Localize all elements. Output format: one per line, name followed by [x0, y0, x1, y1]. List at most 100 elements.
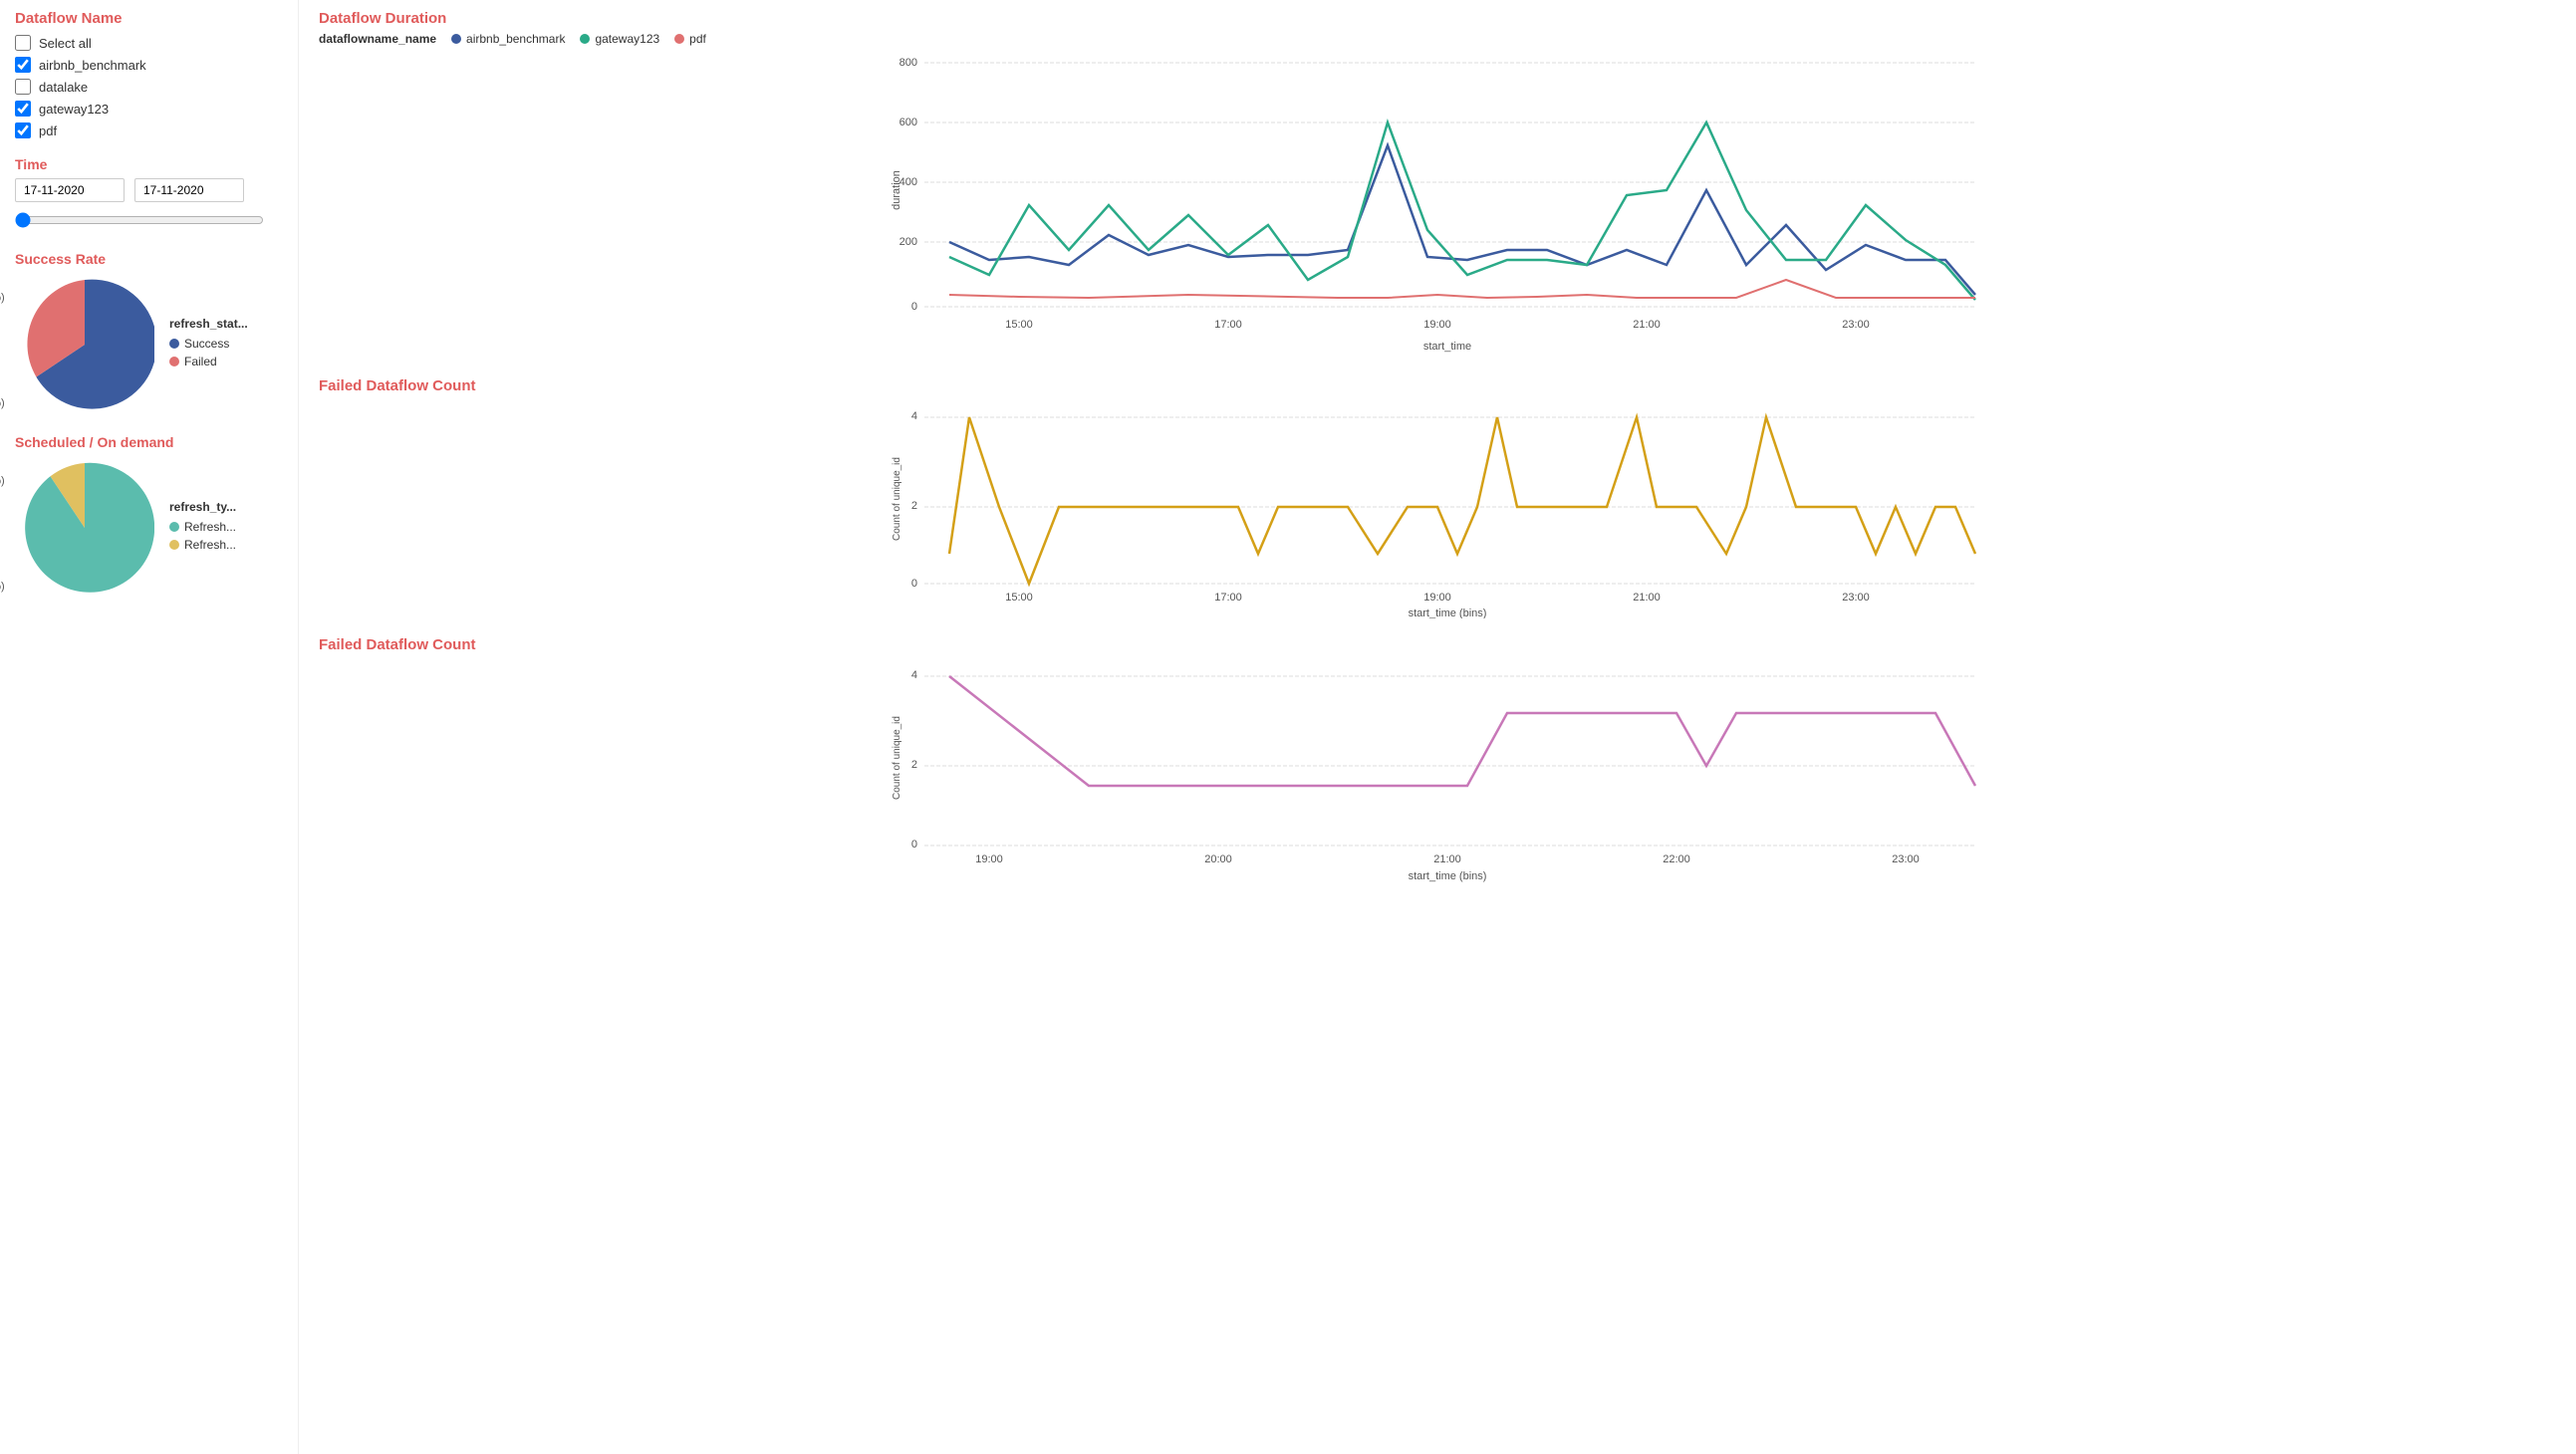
- date-to-input[interactable]: [134, 178, 244, 202]
- chart1-y800: 800: [900, 57, 917, 69]
- scheduled-section: Scheduled / On demand 14,68%(14,68%) 85,…: [15, 434, 283, 598]
- refresh1-dot: [169, 522, 179, 532]
- time-title: Time: [15, 156, 283, 172]
- time-slider-container[interactable]: [15, 212, 283, 231]
- main-content: Dataflow Duration dataflowname_name airb…: [299, 0, 2576, 1454]
- checkbox-gateway-input[interactable]: [15, 101, 31, 117]
- legend-failed: Failed: [169, 355, 248, 368]
- chart1-y200: 200: [900, 236, 917, 248]
- chart2-x1500: 15:00: [1005, 592, 1033, 604]
- checkbox-datalake[interactable]: datalake: [15, 79, 283, 95]
- scheduled-legend-title: refresh_ty...: [169, 500, 236, 514]
- dataflow-name-title: Dataflow Name: [15, 10, 283, 27]
- sidebar: Dataflow Name Select all airbnb_benchmar…: [0, 0, 299, 1454]
- chart3-xlabel: start_time (bins): [1409, 870, 1487, 882]
- chart2-y2: 2: [911, 500, 917, 512]
- success-rate-title: Success Rate: [15, 251, 283, 267]
- chart2-x2100: 21:00: [1633, 592, 1661, 604]
- chart3-y4: 4: [911, 669, 917, 681]
- chart3-title: Failed Dataflow Count: [319, 636, 2556, 653]
- chart3-x2000: 20:00: [1204, 853, 1232, 865]
- chart1-x2100: 21:00: [1633, 319, 1661, 331]
- chart1-x1500: 15:00: [1005, 319, 1033, 331]
- refresh2-label: Refresh...: [184, 538, 236, 552]
- date-from-input[interactable]: [15, 178, 125, 202]
- success-rate-pie-svg: [15, 275, 154, 414]
- scheduled-pie-wrapper: 14,68%(14,68%) 85,32%(85,32%) refresh_ty…: [15, 458, 283, 598]
- time-slider[interactable]: [15, 212, 264, 228]
- scheduled-pie-svg: [15, 458, 154, 598]
- chart2-x1900: 19:00: [1423, 592, 1451, 604]
- checkbox-gateway-label: gateway123: [39, 102, 109, 117]
- success-rate-pie-wrapper: 24,77%(24,77%) 75,23%(75,23%) refresh_st…: [15, 275, 283, 414]
- scheduled-legend: refresh_ty... Refresh... Refresh...: [169, 500, 236, 556]
- legend-pdf: pdf: [674, 32, 706, 46]
- legend-gateway-label: gateway123: [595, 32, 659, 46]
- chart1-pdf-line: [949, 280, 1975, 298]
- chart1-legend: dataflowname_name airbnb_benchmark gatew…: [319, 32, 2556, 46]
- chart2-ylabel: Count of unique_id: [892, 457, 902, 541]
- legend-airbnb-label: airbnb_benchmark: [466, 32, 565, 46]
- checkbox-pdf-input[interactable]: [15, 122, 31, 138]
- legend-refresh2: Refresh...: [169, 538, 236, 552]
- chart1-airbnb-line: [949, 145, 1975, 295]
- checkbox-pdf[interactable]: pdf: [15, 122, 283, 138]
- chart3-y2: 2: [911, 759, 917, 771]
- scheduled-title: Scheduled / On demand: [15, 434, 283, 450]
- time-section: Time: [15, 156, 283, 231]
- chart1-y600: 600: [900, 117, 917, 128]
- chart1-x1900: 19:00: [1423, 319, 1451, 331]
- chart3-svg: 4 2 0 Count of unique_id 19:00 20:00 21:…: [319, 658, 2556, 887]
- refresh1-label: Refresh...: [184, 520, 236, 534]
- success-legend-title: refresh_stat...: [169, 317, 248, 331]
- chart2-svg: 4 2 0 Count of unique_id 15:00 17:00 19:…: [319, 399, 2556, 618]
- legend-gateway-dot: [580, 34, 590, 44]
- pie-label-ondemand: 14,68%(14,68%): [0, 463, 5, 487]
- failed-dot: [169, 357, 179, 366]
- chart3-pink-line: [949, 676, 1975, 786]
- chart1-title: Dataflow Duration: [319, 10, 2556, 27]
- scheduled-slice: [25, 463, 154, 593]
- refresh2-dot: [169, 540, 179, 550]
- chart3-x2300: 23:00: [1892, 853, 1920, 865]
- chart3-block: Failed Dataflow Count 4 2 0 Count of uni…: [319, 636, 2556, 890]
- pie-label-failed: 24,77%(24,77%): [0, 280, 5, 304]
- success-rate-section: Success Rate 24,77%(24,77%) 75,23%(75,23…: [15, 251, 283, 414]
- legend-airbnb-dot: [451, 34, 461, 44]
- time-inputs: [15, 178, 283, 202]
- legend-airbnb: airbnb_benchmark: [451, 32, 565, 46]
- checkbox-gateway[interactable]: gateway123: [15, 101, 283, 117]
- select-all-label: Select all: [39, 36, 92, 51]
- chart1-x1700: 17:00: [1214, 319, 1242, 331]
- chart1-legend-name: dataflowname_name: [319, 32, 436, 46]
- checkbox-airbnb-input[interactable]: [15, 57, 31, 73]
- failed-label: Failed: [184, 355, 217, 368]
- chart3-ylabel: Count of unique_id: [892, 716, 902, 800]
- checkbox-airbnb-label: airbnb_benchmark: [39, 58, 146, 73]
- chart1-gateway-line: [949, 122, 1975, 300]
- chart2-x2300: 23:00: [1842, 592, 1870, 604]
- pie-label-scheduled: 85,32%(85,32%): [0, 569, 5, 593]
- chart3-x2100: 21:00: [1433, 853, 1461, 865]
- chart1-xlabel: start_time: [1423, 341, 1471, 353]
- checkbox-airbnb[interactable]: airbnb_benchmark: [15, 57, 283, 73]
- chart1-svg: 800 600 400 200 0 duration 15:00 17:00 1…: [319, 51, 2556, 360]
- chart1-x2300: 23:00: [1842, 319, 1870, 331]
- pie-label-success: 75,23%(75,23%): [0, 385, 5, 409]
- chart3-y0: 0: [911, 839, 917, 850]
- chart2-title: Failed Dataflow Count: [319, 377, 2556, 394]
- select-all-checkbox[interactable]: [15, 35, 31, 51]
- checkbox-datalake-input[interactable]: [15, 79, 31, 95]
- chart2-y4: 4: [911, 410, 917, 422]
- success-dot: [169, 339, 179, 349]
- chart3-x1900: 19:00: [975, 853, 1003, 865]
- chart1-y0: 0: [911, 301, 917, 313]
- chart2-xlabel: start_time (bins): [1409, 607, 1487, 618]
- chart3-x2200: 22:00: [1663, 853, 1690, 865]
- legend-pdf-label: pdf: [689, 32, 706, 46]
- chart2-x1700: 17:00: [1214, 592, 1242, 604]
- select-all-item[interactable]: Select all: [15, 35, 283, 51]
- checkbox-pdf-label: pdf: [39, 123, 57, 138]
- chart2-block: Failed Dataflow Count 4 2 0 Count of uni…: [319, 377, 2556, 621]
- legend-gateway123: gateway123: [580, 32, 659, 46]
